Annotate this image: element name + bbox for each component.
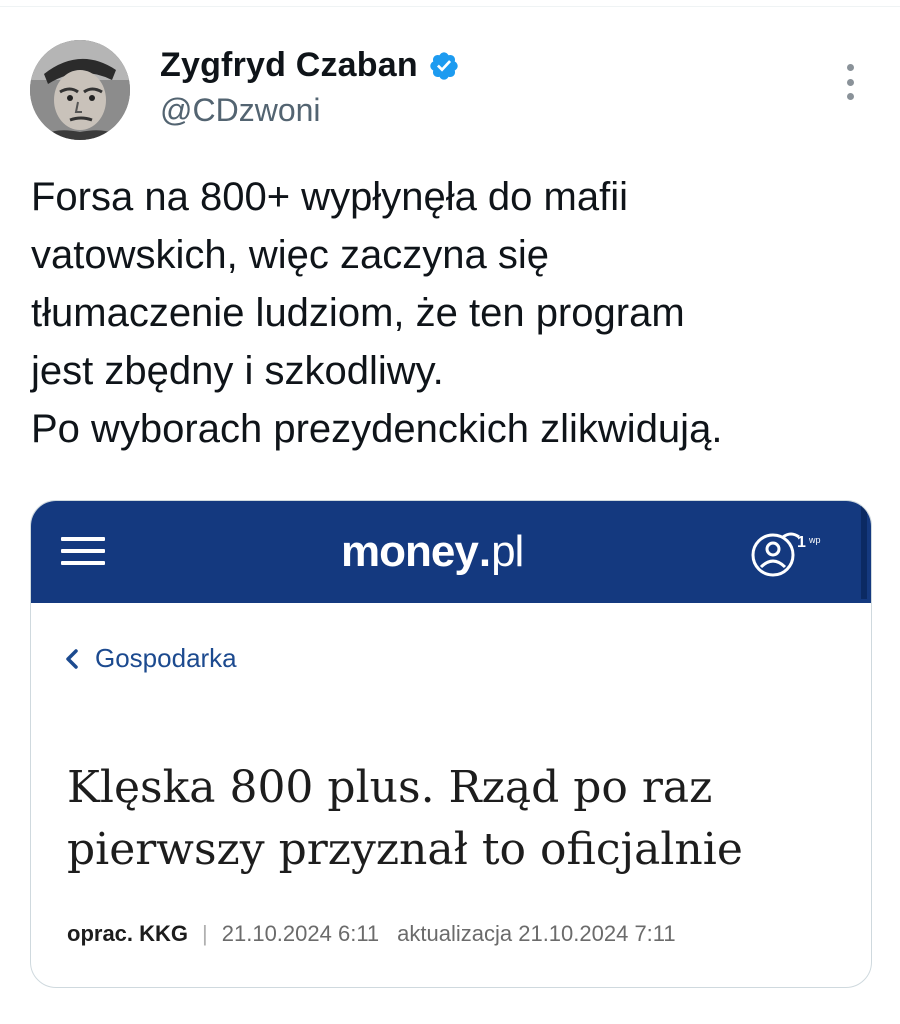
- breadcrumb[interactable]: Gospodarka: [65, 643, 237, 674]
- breadcrumb-label: Gospodarka: [95, 643, 237, 673]
- verified-badge-icon: [430, 51, 458, 80]
- logo-dot: .: [478, 527, 491, 576]
- tweet-text-line: jest zbędny i szkodliwy.: [31, 349, 444, 393]
- svg-text:wp: wp: [808, 535, 821, 545]
- logo-tld: pl: [491, 527, 524, 576]
- author-name-row: Zygfryd Czaban: [160, 46, 460, 85]
- author-display-name[interactable]: Zygfryd Czaban: [160, 46, 418, 85]
- chevron-left-icon: [66, 648, 78, 669]
- site-header: money. pl 1 wp: [31, 501, 871, 603]
- avatar-image: [30, 40, 130, 140]
- account-icon[interactable]: 1 wp: [747, 527, 837, 581]
- meta-separator: |: [202, 921, 208, 946]
- headline-line: Klęska 800 plus. Rząd po raz: [67, 762, 713, 813]
- tweet-text-line: vatowskich, więc zaczyna się: [31, 233, 549, 277]
- tweet-text: Forsa na 800+ wypłynęła do mafii vatowsk…: [31, 168, 871, 458]
- scrollbar[interactable]: [861, 501, 867, 599]
- tweet-text-line: Forsa na 800+ wypłynęła do mafii: [31, 175, 628, 219]
- account-badge: 1: [797, 534, 806, 551]
- tweet-text-line: tłumaczenie ludziom, że ten program: [31, 291, 685, 335]
- logo-word: money: [341, 527, 479, 576]
- article-author[interactable]: oprac. KKG: [67, 921, 188, 947]
- hamburger-icon[interactable]: [61, 537, 105, 567]
- tweet: Zygfryd Czaban @CDzwoni Forsa na 800+ wy…: [0, 0, 900, 1024]
- more-vertical-icon[interactable]: [836, 64, 864, 100]
- site-logo[interactable]: money. pl: [341, 527, 524, 577]
- article-headline: Klęska 800 plus. Rząd po raz pierwszy pr…: [67, 757, 857, 881]
- updated-date: aktualizacja 21.10.2024 7:11: [397, 921, 676, 946]
- author-handle[interactable]: @CDzwoni: [160, 92, 321, 129]
- tweet-text-line: Po wyborach prezydenckich zlikwidują.: [31, 407, 723, 451]
- published-date: 21.10.2024 6:11: [221, 921, 380, 946]
- avatar[interactable]: [30, 40, 130, 140]
- headline-line: pierwszy przyznał to oficjalnie: [67, 824, 743, 875]
- attached-screenshot-card[interactable]: money. pl 1 wp Gospodarka Klęska 800 plus…: [30, 500, 872, 988]
- article-meta: oprac. KKG | 21.10.2024 6:11 aktualizacj…: [67, 921, 676, 947]
